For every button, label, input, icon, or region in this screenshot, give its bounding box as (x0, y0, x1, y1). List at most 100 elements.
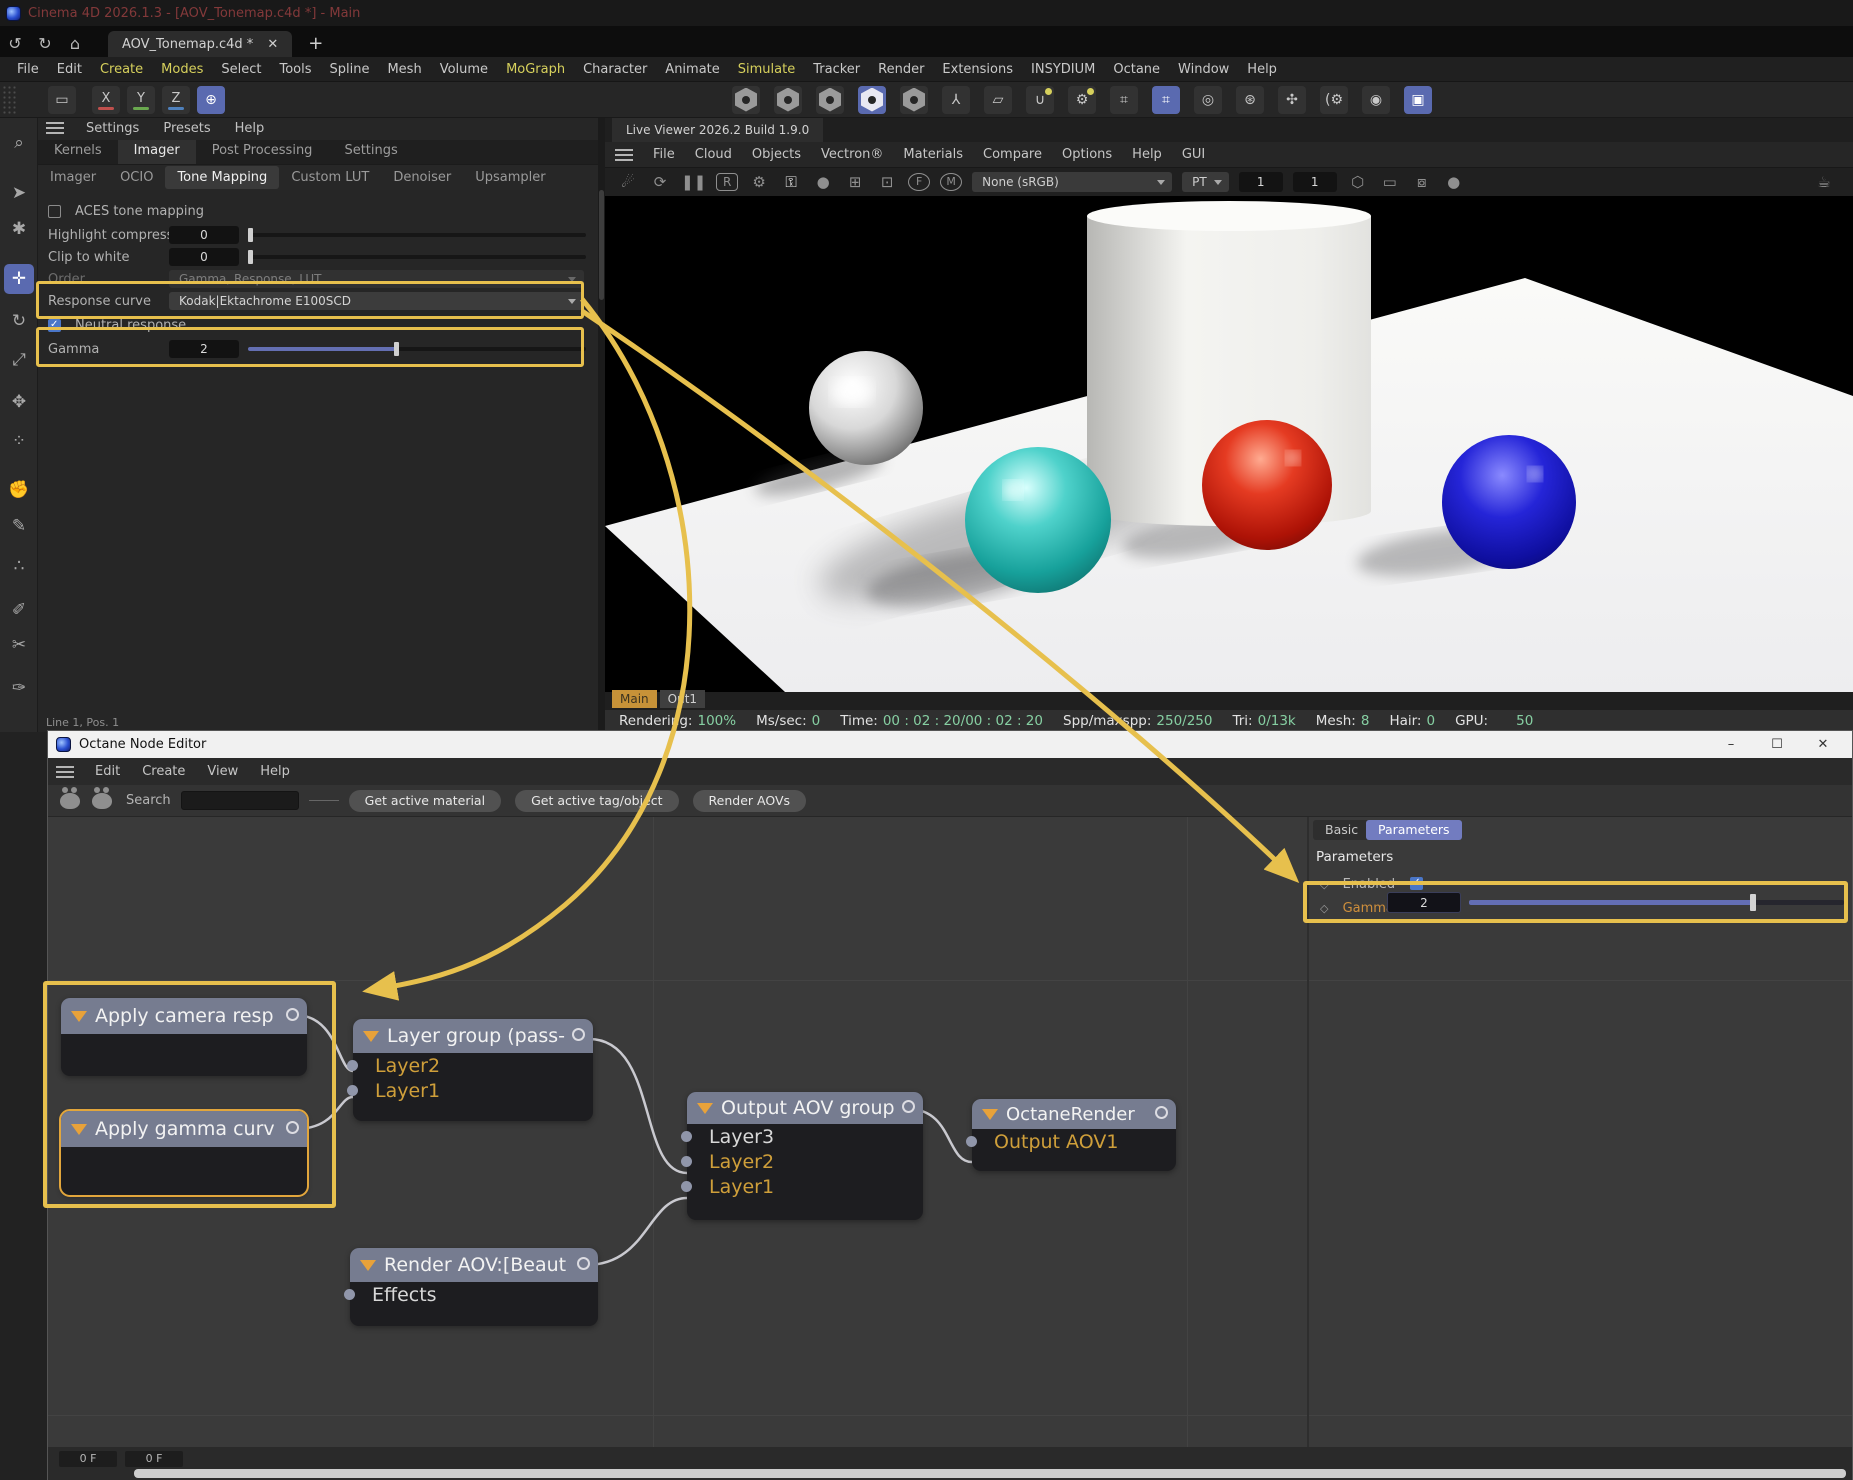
menu-render[interactable]: Render (869, 62, 933, 77)
scale-tool-icon[interactable]: ⤢ (4, 345, 34, 375)
home-icon[interactable]: ⌂ (60, 34, 90, 57)
hamburger-menu-icon[interactable] (615, 148, 633, 161)
lv-menu-compare[interactable]: Compare (973, 147, 1052, 162)
move-tool-icon[interactable]: ✛ (4, 264, 34, 294)
new-tab-button[interactable]: + (308, 33, 323, 57)
output-port[interactable] (286, 1008, 299, 1021)
gamma-param-value[interactable]: 2 (1387, 892, 1461, 913)
gamma-param-slider-handle[interactable] (1750, 894, 1756, 911)
lv-menu-options[interactable]: Options (1052, 147, 1122, 162)
transform-tool-icon[interactable]: ✥ (4, 387, 34, 417)
tweak-gear-icon[interactable]: (⚙ (1320, 85, 1348, 114)
camera-icon[interactable]: ⧇ (1411, 173, 1433, 191)
symmetry-icon[interactable]: ✣ (1278, 85, 1306, 114)
input-port[interactable] (681, 1131, 692, 1142)
node-input-row[interactable]: Layer2 (347, 1053, 593, 1078)
node-graph-canvas[interactable]: Apply camera resp Apply gamma curv Layer… (48, 817, 1852, 1447)
ne-menu-help[interactable]: Help (249, 764, 301, 779)
lock-resolution-icon[interactable]: ⚿ (780, 173, 802, 191)
settings-scrollbar[interactable] (598, 118, 605, 732)
response-curve-dropdown[interactable]: Kodak|Ektachrome E100SCD (169, 292, 584, 310)
collapse-triangle-icon[interactable] (363, 1030, 379, 1042)
menu-file[interactable]: File (8, 62, 48, 77)
node-header[interactable]: Apply camera resp (61, 998, 307, 1034)
search-input[interactable] (180, 791, 299, 810)
lv-menu-materials[interactable]: Materials (893, 147, 973, 162)
undo-icon[interactable]: ↺ (0, 34, 30, 57)
menu-octane[interactable]: Octane (1104, 62, 1169, 77)
teapot-icon[interactable]: ☕ (1813, 173, 1835, 191)
input-port[interactable] (681, 1181, 692, 1192)
workplane-icon[interactable]: ▱ (984, 85, 1012, 114)
document-tab[interactable]: AOV_Tonemap.c4d * ✕ (108, 31, 293, 57)
grab-tool-icon[interactable]: ✊ (4, 475, 34, 505)
select-tool-icon[interactable]: ➤ (4, 178, 34, 208)
add-aov-icon[interactable]: ⊞ (844, 173, 866, 191)
lv-menu-objects[interactable]: Objects (742, 147, 811, 162)
hamburger-menu-icon[interactable] (46, 122, 64, 134)
global-axis-button[interactable]: ⊕ (197, 85, 225, 114)
coordinate-box-icon[interactable]: ▭ (48, 85, 76, 114)
menu-animate[interactable]: Animate (656, 62, 728, 77)
node-input-row[interactable]: Layer2 (681, 1149, 923, 1174)
node-header[interactable]: OctaneRender (972, 1099, 1176, 1129)
sphere-preview-icon[interactable]: ● (1443, 173, 1465, 191)
horizontal-scrollbar[interactable] (134, 1469, 1846, 1478)
input-port[interactable] (347, 1060, 358, 1071)
get-active-material-button[interactable]: Get active material (348, 789, 502, 812)
points-mode-icon[interactable] (732, 85, 760, 114)
samples-field[interactable]: 1 (1238, 172, 1283, 192)
subtab-denoiser[interactable]: Denoiser (381, 166, 463, 189)
gamma-slider[interactable] (248, 342, 586, 356)
subtab-ocio[interactable]: OCIO (108, 166, 165, 189)
node-header[interactable]: Output AOV group (687, 1092, 923, 1124)
collapse-triangle-icon[interactable] (982, 1108, 998, 1120)
snap-magnet-icon[interactable]: ∪ (1026, 85, 1054, 114)
tool-settings-icon[interactable]: ✱ (4, 214, 34, 244)
kernel-mode-dropdown[interactable]: PT (1182, 172, 1229, 192)
node-octane-render[interactable]: OctaneRender Output AOV1 (966, 1099, 1176, 1171)
redo-icon[interactable]: ↻ (30, 34, 60, 57)
gamma-value[interactable]: 2 (169, 340, 239, 358)
render-aovs-button[interactable]: Render AOVs (692, 789, 807, 812)
menu-simulate[interactable]: Simulate (729, 62, 804, 77)
tab-post-processing[interactable]: Post Processing (196, 140, 329, 164)
lv-menu-gui[interactable]: GUI (1172, 147, 1215, 162)
settings-menu-help[interactable]: Help (223, 121, 277, 136)
gear-circle-icon[interactable]: ⊛ (1236, 85, 1264, 114)
menu-mesh[interactable]: Mesh (378, 62, 430, 77)
ne-menu-view[interactable]: View (196, 764, 249, 779)
tab-out1[interactable]: Out1 (659, 690, 706, 708)
node-input-row[interactable]: Layer3 (681, 1124, 923, 1149)
get-active-tag-object-button[interactable]: Get active tag/object (515, 789, 679, 812)
hamburger-menu-icon[interactable] (56, 765, 74, 778)
keyframe-diamond-icon[interactable]: ◇ (1320, 878, 1328, 891)
clip-slider[interactable] (248, 250, 586, 264)
region-render-icon[interactable]: R (716, 173, 739, 191)
collapse-triangle-icon[interactable] (697, 1102, 713, 1114)
collapse-triangle-icon[interactable] (71, 1123, 87, 1135)
menu-create[interactable]: Create (91, 62, 152, 77)
footprint-icon[interactable] (92, 786, 112, 809)
knife-tool-icon[interactable]: ✂ (4, 630, 34, 660)
polygons-mode-icon[interactable] (816, 85, 844, 114)
octane-render-icon[interactable]: ☄ (617, 173, 639, 191)
pencil-tool-icon[interactable]: ✎ (4, 511, 34, 541)
target-icon[interactable]: ◎ (1194, 85, 1222, 114)
maximize-button[interactable]: ☐ (1754, 731, 1800, 758)
rotate-tool-icon[interactable]: ↻ (4, 306, 34, 336)
menu-mograph[interactable]: MoGraph (497, 62, 574, 77)
node-render-aov-beauty[interactable]: Render AOV:[Beaut Effects (344, 1248, 598, 1326)
highlight-value[interactable]: 0 (169, 226, 239, 244)
neutral-response-checkbox[interactable] (48, 318, 61, 332)
colorspace-dropdown[interactable]: None (sRGB) (972, 172, 1173, 192)
frame-counter[interactable]: 0 F (125, 1451, 183, 1467)
render-settings-gear-icon[interactable]: ⚙ (748, 173, 770, 191)
input-port[interactable] (347, 1085, 358, 1096)
input-port[interactable] (681, 1156, 692, 1167)
node-apply-camera-response[interactable]: Apply camera resp (61, 998, 307, 1076)
node-input-row[interactable]: Layer1 (347, 1078, 593, 1103)
clip-value[interactable]: 0 (169, 248, 239, 266)
keyframe-diamond-icon[interactable]: ◇ (1320, 902, 1328, 915)
edges-mode-icon[interactable] (774, 85, 802, 114)
